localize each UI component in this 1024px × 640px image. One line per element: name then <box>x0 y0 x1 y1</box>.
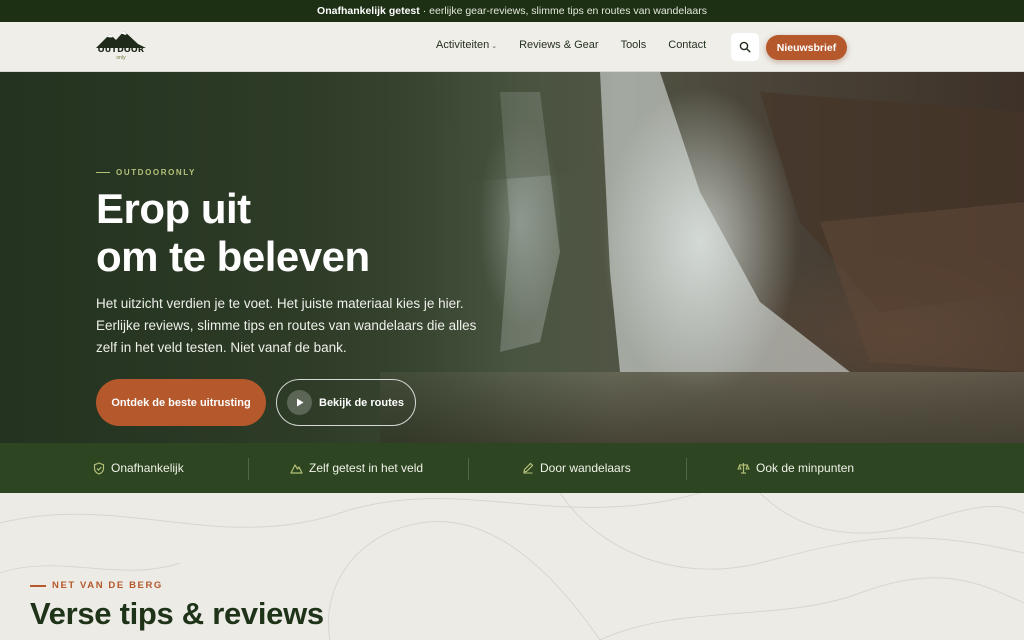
feature-downsides-label: Ook de minpunten <box>756 461 855 475</box>
logo-wordmark: OUTDOOR <box>97 45 145 54</box>
chevron-down-icon: ⌄ <box>491 43 498 50</box>
hero-section: OUTDOORONLY Erop uit om te beleven Het u… <box>0 72 1024 443</box>
hero-title-line-1: Erop uit <box>96 185 251 232</box>
discover-gear-button[interactable]: Ontdek de beste uitrusting <box>96 379 266 426</box>
section-eyebrow: NET VAN DE BERG <box>30 580 163 591</box>
feature-by-hikers-label: Door wandelaars <box>540 461 631 475</box>
section-title: Verse tips & reviews <box>30 596 324 631</box>
hero-eyebrow-label: OUTDOORONLY <box>116 168 196 177</box>
nav-item-tools[interactable]: Tools <box>621 39 647 51</box>
logo-subtext: only <box>116 55 126 61</box>
announcement-bar: Onafhankelijk getest · eerlijke gear-rev… <box>0 0 1024 22</box>
view-routes-button[interactable]: Bekijk de routes <box>276 379 416 426</box>
view-routes-label: Bekijk de routes <box>319 396 404 409</box>
feature-divider <box>686 458 687 480</box>
announcement-bold: Onafhankelijk getest <box>317 5 420 17</box>
search-icon <box>739 41 751 53</box>
announcement-text: · eerlijke gear-reviews, slimme tips en … <box>422 5 707 17</box>
play-icon <box>287 390 312 415</box>
shield-check-icon <box>93 461 105 475</box>
feature-downsides: Ook de minpunten <box>737 443 854 493</box>
nav-item-activiteiten-label: Activiteiten <box>436 39 490 51</box>
section-eyebrow-label: NET VAN DE BERG <box>52 580 163 591</box>
scale-icon <box>737 463 750 474</box>
hero-description: Het uitzicht verdien je te voet. Het jui… <box>96 296 477 355</box>
feature-divider <box>248 458 249 480</box>
feature-field-tested: Zelf getest in het veld <box>290 443 423 493</box>
hero-title: Erop uit om te beleven <box>96 185 370 281</box>
hero-eyebrow: OUTDOORONLY <box>96 168 196 177</box>
feature-by-hikers: Door wandelaars <box>522 443 631 493</box>
nav-item-contact[interactable]: Contact <box>668 39 706 51</box>
main-navigation: OUTDOOR only Activiteiten ⌄ Reviews & Gea… <box>0 22 1024 72</box>
nav-links: Activiteiten ⌄ Reviews & Gear Tools Conta… <box>436 39 706 51</box>
newsletter-button[interactable]: Nieuwsbrief <box>766 35 847 60</box>
nav-item-reviews-gear[interactable]: Reviews & Gear <box>519 39 598 51</box>
feature-independent-label: Onafhankelijk <box>111 461 184 475</box>
feature-independent: Onafhankelijk <box>93 443 184 493</box>
site-logo[interactable]: OUTDOOR only <box>94 30 148 64</box>
search-button[interactable] <box>731 33 759 61</box>
feature-divider <box>468 458 469 480</box>
features-bar: Onafhankelijk Zelf getest in het veld Do… <box>0 443 1024 493</box>
pencil-icon <box>523 462 534 474</box>
mountain-icon <box>290 464 303 474</box>
latest-section: NET VAN DE BERG Verse tips & reviews <box>0 493 1024 640</box>
feature-field-tested-label: Zelf getest in het veld <box>309 461 424 475</box>
hero-title-line-2: om te beleven <box>96 233 370 280</box>
nav-item-activiteiten[interactable]: Activiteiten ⌄ <box>436 39 497 51</box>
